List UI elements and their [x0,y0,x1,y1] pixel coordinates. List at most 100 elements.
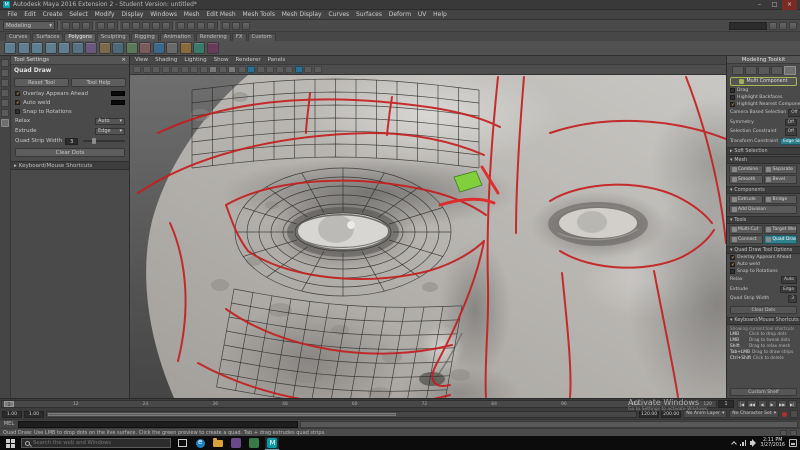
character-set-selector[interactable]: No Character Set ▾ [729,410,779,418]
render-settings-icon[interactable] [242,22,250,30]
menu-display[interactable]: Display [118,11,147,18]
menu-file[interactable]: File [4,11,21,18]
move-tool-icon[interactable] [1,89,9,97]
menu-curves[interactable]: Curves [325,11,353,18]
command-input[interactable] [18,421,298,428]
tk-shortcuts-header[interactable]: ▾ Keyboard/Mouse Shortcuts [727,317,800,325]
dot-color-swatch[interactable] [111,100,125,105]
extrude-dropdown[interactable]: Edge ▾ [95,128,125,135]
gate-mask-icon[interactable] [209,66,217,73]
combine-button[interactable]: Combine [729,165,763,174]
current-frame-marker[interactable]: 1 [4,401,14,407]
show-manipulator-icon[interactable] [790,430,797,436]
menu-uv[interactable]: UV [414,11,429,18]
clock[interactable]: 2:11 PM 3/27/2016 [760,438,785,449]
shelf-cube-icon[interactable] [18,42,30,54]
relax-dropdown[interactable]: Auto ▾ [95,118,125,125]
network-icon[interactable] [740,440,747,446]
shelf-extrude-icon[interactable] [112,42,124,54]
shelf-tab-polygons[interactable]: Polygons [64,33,96,42]
shelf-tab-curves[interactable]: Curves [5,33,31,42]
notification-center-icon[interactable] [789,439,797,447]
start-button[interactable] [3,437,17,450]
tools-section-header[interactable]: ▾ Tools [727,216,800,224]
vp-menu-shading[interactable]: Shading [155,57,177,63]
smooth-button[interactable]: Smooth [729,175,763,184]
vp-menu-show[interactable]: Show [214,57,229,63]
range-slider-bar[interactable] [46,411,637,418]
maya-taskbar-button[interactable] [265,437,279,450]
auto-keyframe-toggle[interactable] [782,412,787,417]
minimize-button[interactable]: – [752,0,767,10]
shadows-toggle-icon[interactable] [285,66,293,73]
mesh-section-header[interactable]: ▾ Mesh [727,156,800,164]
isolate-select-icon[interactable] [304,66,312,73]
frame-back-button[interactable]: ◀ [758,400,767,408]
vp-menu-lighting[interactable]: Lighting [184,57,206,63]
shelf-cone-icon[interactable] [45,42,57,54]
quick-selection-field[interactable] [729,22,767,30]
overlay-checkbox[interactable] [15,91,20,96]
selection-constraint-value[interactable]: Off [785,128,797,136]
select-by-component-icon[interactable] [207,22,215,30]
menu-modify[interactable]: Modify [91,11,118,18]
snap-curve-icon[interactable] [132,22,140,30]
menu-surfaces[interactable]: Surfaces [353,11,386,18]
tk-relax-value[interactable]: Auto [781,276,797,284]
lasso-tool-icon[interactable] [1,69,9,77]
shelf-cylinder-icon[interactable] [31,42,43,54]
add-division-button[interactable]: Add Division [729,205,797,214]
clear-dots-button[interactable]: Clear Dots [15,148,125,157]
range-slider-handle[interactable] [48,413,396,416]
antialiasing-icon[interactable] [314,66,322,73]
undo-icon[interactable] [97,22,105,30]
film-gate-icon[interactable] [190,66,198,73]
shelf-sphere-icon[interactable] [4,42,16,54]
close-button[interactable]: × [782,0,797,10]
custom-shelf-button[interactable]: Custom Shelf [730,388,797,396]
menu-set-selector[interactable]: Modeling ▾ [3,21,55,30]
shelf-mirror-icon[interactable] [166,42,178,54]
auto-weld-checkbox[interactable] [15,100,20,105]
shelf-bevel-icon[interactable] [99,42,111,54]
search-input[interactable] [33,440,163,446]
multi-cut-button[interactable]: Multi-Cut [729,225,763,234]
shelf-torus-icon[interactable] [72,42,84,54]
quad-options-header[interactable]: ▾ Quad Draw Tool Options [727,246,800,254]
anim-layer-selector[interactable]: No Anim Layer ▾ [683,410,727,418]
quad-strip-width-field[interactable]: 3 [65,138,78,145]
menu-edit[interactable]: Edit [21,11,39,18]
render-icon[interactable] [222,22,230,30]
face-mode-icon[interactable] [771,66,783,75]
vp-menu-view[interactable]: View [135,57,148,63]
field-chart-icon[interactable] [219,66,227,73]
symmetry-value[interactable]: Off [785,119,797,127]
shelf-platonic-icon[interactable] [85,42,97,54]
playback-end-field[interactable]: 120.00 [639,411,659,418]
animation-start-field[interactable]: 1.00 [2,411,22,418]
shelf-tab-sculpting[interactable]: Sculpting [97,33,130,42]
select-by-object-icon[interactable] [197,22,205,30]
sidebar-attribute-editor-icon[interactable] [779,22,787,30]
tk-auto-weld-checkbox[interactable] [730,262,735,267]
uv-mode-icon[interactable] [784,66,796,75]
highlight-backfaces-checkbox[interactable] [730,95,735,100]
paint-select-tool-icon[interactable] [1,79,9,87]
shelf-quaddraw-icon[interactable] [153,42,165,54]
construction-history-icon[interactable] [177,22,185,30]
slider-knob[interactable] [92,138,96,144]
animation-end-field[interactable]: 200.00 [661,411,681,418]
edge-mode-icon[interactable] [758,66,770,75]
quad-strip-width-slider[interactable] [83,140,125,142]
maximize-button[interactable]: □ [767,0,782,10]
camera-based-value[interactable]: Off [788,109,800,117]
snap-rotations-checkbox[interactable] [15,109,20,114]
go-to-end-button[interactable]: ▶| [788,400,797,408]
bookmark-icon[interactable] [162,66,170,73]
vp-menu-panels[interactable]: Panels [268,57,286,63]
current-frame-field[interactable]: 1 [718,400,734,408]
highlight-nearest-checkbox[interactable] [730,102,735,107]
lock-camera-icon[interactable] [143,66,151,73]
menu-mesh-tools[interactable]: Mesh Tools [239,11,278,18]
file-explorer-button[interactable] [211,437,225,450]
